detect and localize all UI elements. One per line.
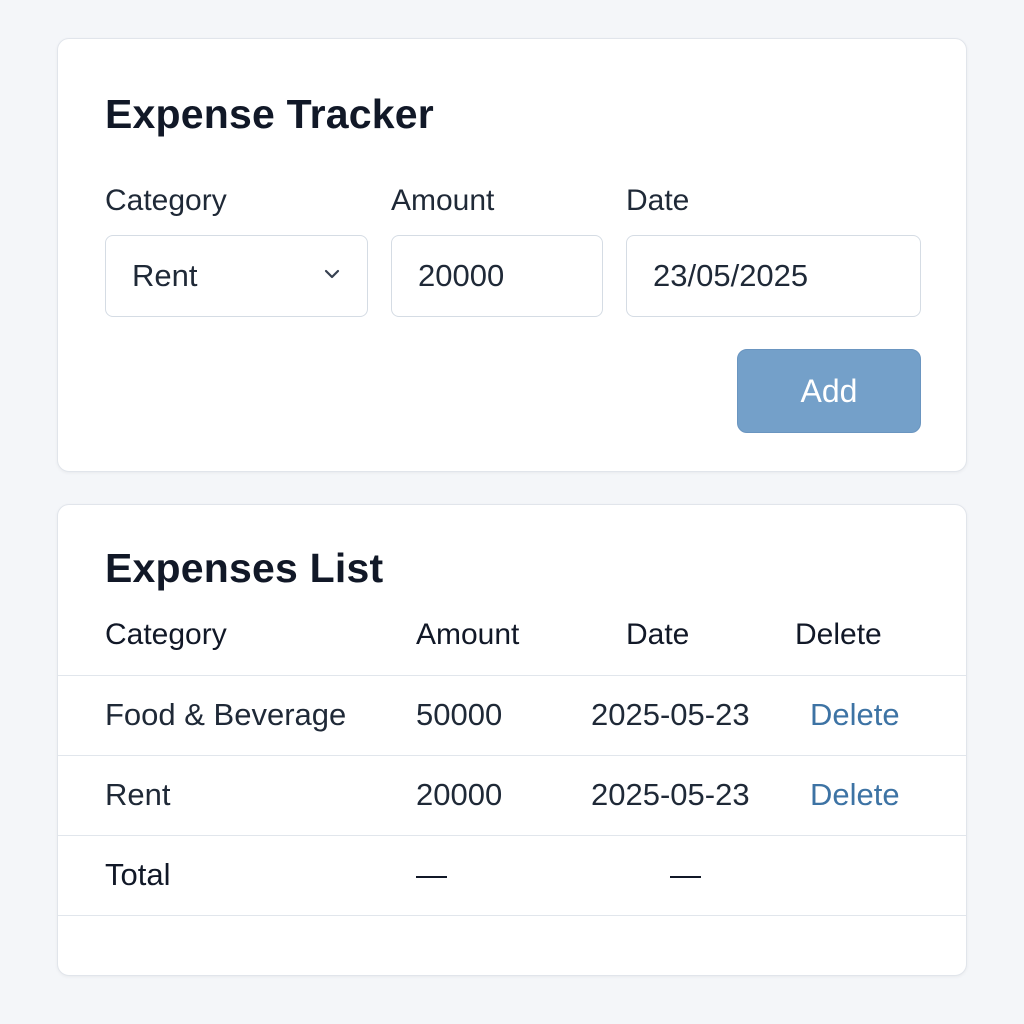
category-label: Category — [105, 184, 227, 217]
delete-link[interactable]: Delete — [810, 697, 900, 733]
category-select[interactable]: Rent — [105, 235, 368, 317]
total-date: — — [670, 857, 701, 892]
date-input[interactable]: 23/05/2025 — [626, 235, 921, 317]
delete-link[interactable]: Delete — [810, 777, 900, 813]
list-title: Expenses List — [105, 545, 384, 591]
amount-label: Amount — [391, 184, 495, 217]
amount-input-value: 20000 — [418, 258, 505, 293]
total-amount: — — [416, 857, 447, 892]
date-label: Date — [626, 184, 690, 217]
add-button[interactable]: Add — [737, 349, 921, 433]
row-amount: 20000 — [416, 777, 503, 812]
header-amount: Amount — [416, 618, 520, 651]
expenses-list-card: Expenses List Category Amount Date Delet… — [57, 504, 967, 976]
category-select-value: Rent — [132, 258, 198, 293]
amount-input[interactable]: 20000 — [391, 235, 603, 317]
date-input-value: 23/05/2025 — [653, 258, 809, 293]
row-category: Food & Beverage — [105, 697, 347, 732]
form-title: Expense Tracker — [105, 91, 434, 137]
expense-form-card: Expense Tracker Category Amount Date Ren… — [57, 38, 967, 472]
row-date: 2025-05-23 — [591, 697, 750, 732]
table-header-row: Category Amount Date Delete — [58, 595, 966, 676]
table-row: Food & Beverage 50000 2025-05-23 Delete — [58, 675, 966, 756]
header-category: Category — [105, 618, 227, 651]
total-row: Total — — — [58, 835, 966, 916]
row-amount: 50000 — [416, 697, 503, 732]
header-date: Date — [626, 618, 690, 651]
table-row: Rent 20000 2025-05-23 Delete — [58, 755, 966, 836]
row-date: 2025-05-23 — [591, 777, 750, 812]
total-label: Total — [105, 857, 171, 892]
chevron-down-icon — [324, 269, 340, 279]
header-delete: Delete — [795, 618, 882, 651]
row-category: Rent — [105, 777, 171, 812]
